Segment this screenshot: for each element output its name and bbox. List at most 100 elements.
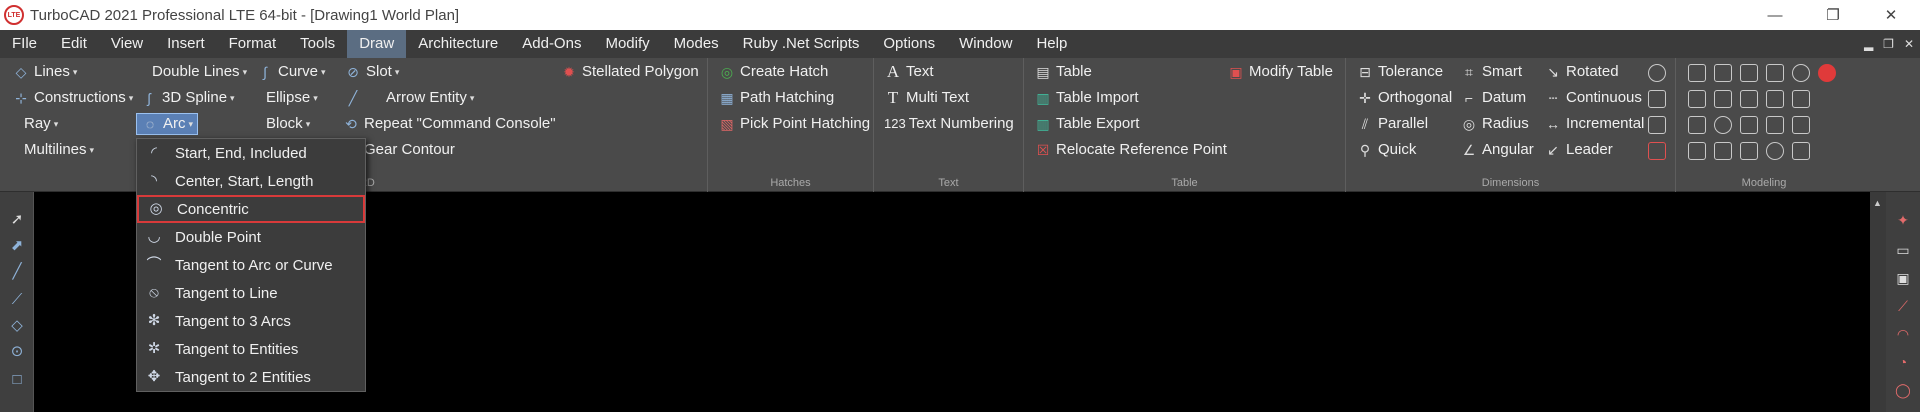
rotated-dimension-button[interactable]: ↘ Rotated [1544, 61, 1618, 83]
arrow-entity-button[interactable]: Arrow Entity ▾ [386, 87, 474, 109]
multilines-button[interactable]: Multilines ▾ [24, 139, 94, 161]
create-hatch-button[interactable]: ◎ Create Hatch [718, 61, 828, 83]
block-button[interactable]: Block ▾ [266, 113, 310, 135]
menu-architecture[interactable]: Architecture [406, 30, 510, 58]
multi-text-button[interactable]: T Multi Text [884, 87, 969, 109]
vertical-scrollbar[interactable]: ▲ [1870, 192, 1886, 412]
menu-format[interactable]: Format [217, 30, 289, 58]
menu-edit[interactable]: Edit [49, 30, 99, 58]
quick-dimension-button[interactable]: ⚲ Quick [1356, 139, 1416, 161]
table-button[interactable]: ▤ Table [1034, 61, 1091, 83]
cone-icon[interactable] [1740, 142, 1758, 160]
menu-tools[interactable]: Tools [288, 30, 347, 58]
menu-modify[interactable]: Modify [593, 30, 661, 58]
slice-icon[interactable] [1714, 142, 1732, 160]
branch-icon[interactable] [1766, 116, 1784, 134]
arc-tangent-to-line-item[interactable]: ⦸ Tangent to Line [137, 279, 365, 307]
3d-text-icon[interactable] [1792, 142, 1810, 160]
pick-point-hatching-button[interactable]: ▧ Pick Point Hatching [718, 113, 870, 135]
3d-spline-button[interactable]: ʃ 3D Spline ▾ [140, 87, 234, 109]
tolerance-button[interactable]: ⊟ Tolerance [1356, 61, 1443, 83]
scroll-up-icon[interactable]: ▲ [1873, 198, 1882, 208]
rectangle-tool-icon[interactable]: □ [7, 370, 27, 390]
dimension-style-icon[interactable] [1648, 90, 1666, 108]
grid-icon[interactable] [1740, 64, 1758, 82]
arc-tangent-to-3-arcs-item[interactable]: ✻ Tangent to 3 Arcs [137, 307, 365, 335]
smart-dimension-button[interactable]: ⌗ Smart [1460, 61, 1522, 83]
constructions-button[interactable]: ⊹ Constructions ▾ [12, 87, 133, 109]
arc-tangent-to-arc-or-curve-item[interactable]: ⌒ Tangent to Arc or Curve [137, 251, 365, 279]
menu-view[interactable]: View [99, 30, 155, 58]
ray-button[interactable]: Ray ▾ [24, 113, 58, 135]
table-import-button[interactable]: ▥ Table Import [1034, 87, 1138, 109]
stellated-polygon-button[interactable]: ✹ Stellated Polygon [560, 61, 699, 83]
select-arrow-icon[interactable]: ➚ [7, 210, 27, 230]
slot-button[interactable]: ⊘ Slot ▾ [344, 61, 399, 83]
menu-insert[interactable]: Insert [155, 30, 217, 58]
center-snap-icon[interactable]: ◯ [1893, 380, 1913, 400]
diamond-tool-icon[interactable]: ◇ [7, 316, 27, 336]
eraser-icon[interactable] [1792, 116, 1810, 134]
add-solid-icon[interactable] [1818, 64, 1836, 82]
incremental-dimension-button[interactable]: ↔ Incremental [1544, 113, 1644, 135]
arc-tangent-to-entities-item[interactable]: ✲ Tangent to Entities [137, 335, 365, 363]
ban-icon[interactable] [1792, 64, 1810, 82]
polyline-tool-icon[interactable]: ⟋ [7, 290, 27, 310]
layers-icon[interactable] [1740, 90, 1758, 108]
barrel-icon[interactable] [1792, 90, 1810, 108]
relocate-reference-point-button[interactable]: ☒ Relocate Reference Point [1034, 139, 1227, 161]
angular-dimension-button[interactable]: ∠ Angular [1460, 139, 1534, 161]
cube-icon[interactable] [1688, 142, 1706, 160]
screen-icon[interactable] [1766, 64, 1784, 82]
parallel-dimension-button[interactable]: ⫽ Parallel [1356, 113, 1428, 135]
menu-file[interactable]: FIle [0, 30, 49, 58]
lines-button[interactable]: ◇ Lines ▾ [12, 61, 78, 83]
arc-snap-icon[interactable]: ◠ [1893, 324, 1913, 344]
dimension-remove-icon[interactable] [1648, 142, 1666, 160]
text-numbering-button[interactable]: 123 Text Numbering [884, 113, 1014, 135]
circle-tool-icon[interactable]: ⊙ [7, 342, 27, 362]
orthogonal-dimension-button[interactable]: ✛ Orthogonal [1356, 87, 1452, 109]
line-icon-button[interactable]: ╱ [344, 87, 366, 109]
shell-icon[interactable] [1740, 116, 1758, 134]
arc-concentric-item[interactable]: ◎ Concentric [137, 195, 365, 223]
arc-center-start-length-item[interactable]: ◝ Center, Start, Length [137, 167, 365, 195]
curve-button[interactable]: ∫ Curve ▾ [256, 61, 325, 83]
leader-button[interactable]: ↙ Leader [1544, 139, 1613, 161]
dimension-edit-icon[interactable] [1648, 116, 1666, 134]
menu-ruby-net-scripts[interactable]: Ruby .Net Scripts [731, 30, 872, 58]
minimize-button[interactable]: — [1746, 0, 1804, 30]
menu-draw[interactable]: Draw [347, 30, 407, 58]
mdi-restore-button[interactable]: ❐ [1883, 37, 1894, 51]
tangent-snap-icon[interactable]: ⟋ [1893, 296, 1913, 316]
quadrant-snap-icon[interactable]: ◔ [1893, 352, 1913, 372]
close-button[interactable]: ✕ [1862, 0, 1920, 30]
line-tool-icon[interactable]: ╱ [7, 262, 27, 282]
half-sphere-icon[interactable] [1766, 142, 1784, 160]
snap-icon[interactable]: ✦ [1893, 210, 1913, 230]
arc-start-end-included-item[interactable]: ◜ Start, End, Included [137, 139, 365, 167]
modify-table-button[interactable]: ▣ Modify Table [1227, 61, 1333, 83]
mdi-minimize-button[interactable]: ▂ [1864, 37, 1873, 51]
arc-tangent-to-2-entities-item[interactable]: ✥ Tangent to 2 Entities [137, 363, 365, 391]
menu-add-ons[interactable]: Add-Ons [510, 30, 593, 58]
wedge-icon[interactable] [1714, 64, 1732, 82]
arc-double-point-item[interactable]: ◡ Double Point [137, 223, 365, 251]
datum-dimension-button[interactable]: ⌐ Datum [1460, 87, 1526, 109]
continuous-dimension-button[interactable]: ┄ Continuous [1544, 87, 1642, 109]
ellipse-button[interactable]: Ellipse ▾ [266, 87, 318, 109]
menu-options[interactable]: Options [871, 30, 947, 58]
restore-button[interactable]: ❐ [1804, 0, 1862, 30]
window-icon[interactable]: ▭ [1893, 240, 1913, 260]
sphere-icon[interactable] [1688, 90, 1706, 108]
menu-window[interactable]: Window [947, 30, 1024, 58]
cylinder-icon[interactable] [1714, 90, 1732, 108]
mdi-close-button[interactable]: ✕ [1904, 37, 1914, 51]
edit-frame-icon[interactable]: ▣ [1893, 268, 1913, 288]
drum-icon[interactable] [1688, 116, 1706, 134]
table-export-button[interactable]: ▥ Table Export [1034, 113, 1139, 135]
text-button[interactable]: A Text [884, 61, 934, 83]
shape-icon[interactable] [1766, 90, 1784, 108]
menu-modes[interactable]: Modes [662, 30, 731, 58]
double-lines-button[interactable]: Double Lines ▾ [152, 61, 247, 83]
